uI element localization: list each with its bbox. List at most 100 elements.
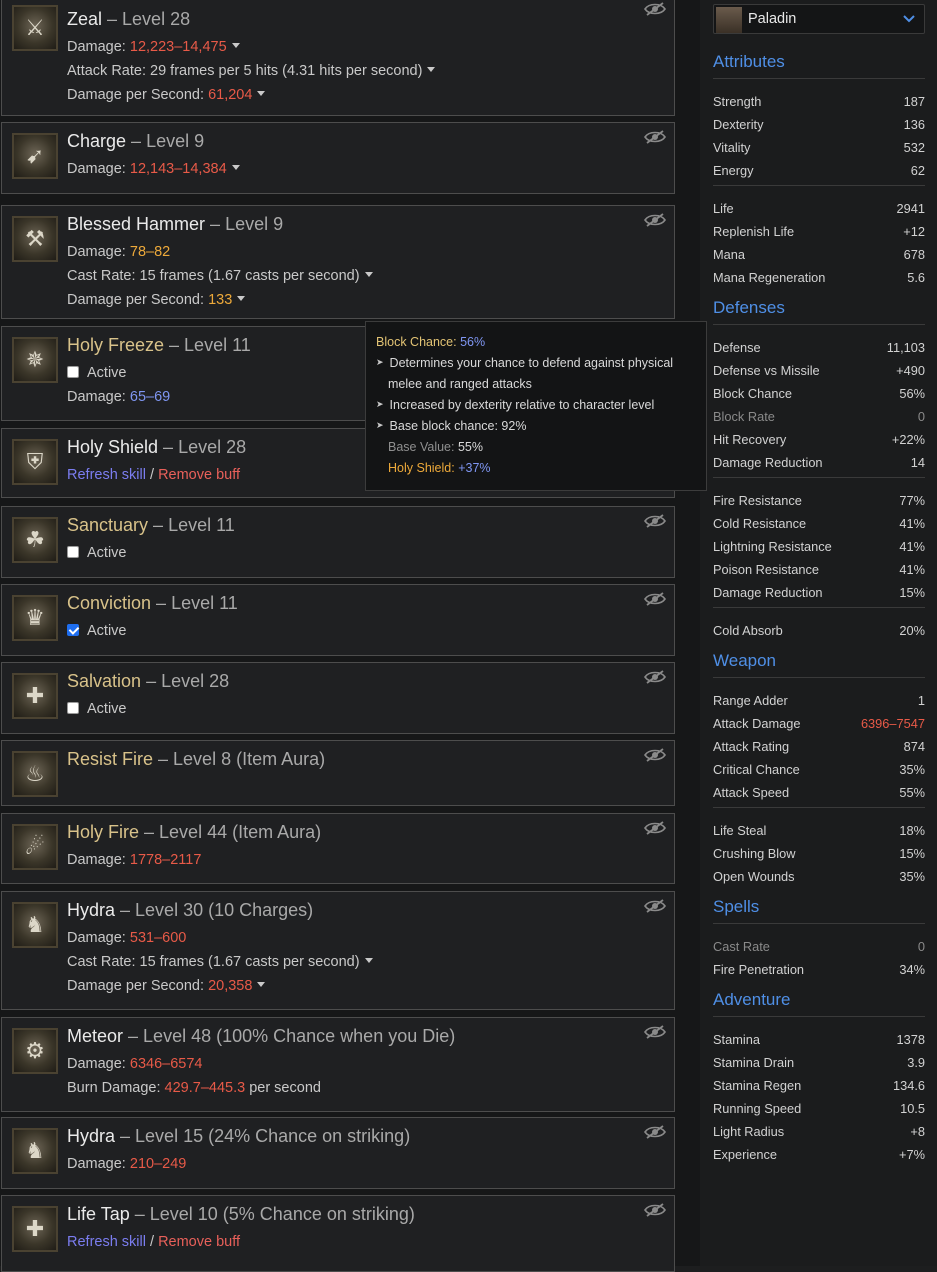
skill-name: Hydra (67, 900, 116, 920)
stat-value: +22% (891, 432, 925, 447)
stat-label: Burn Damage: (67, 1080, 165, 1096)
skill-stat-row: Cast Rate: 15 frames (1.67 casts per sec… (67, 954, 373, 970)
stat-name: Cast Rate (713, 939, 770, 954)
skill-title-separator: – (115, 1126, 136, 1146)
remove-buff-link[interactable]: Remove buff (158, 1234, 240, 1250)
eye-off-icon[interactable] (644, 820, 666, 836)
stat-suffix: per second (245, 1080, 321, 1096)
caret-down-icon[interactable] (237, 296, 246, 301)
skill-stat-row: Damage: 210–249 (67, 1156, 186, 1172)
section-title: Weapon (713, 651, 777, 670)
stat-name: Fire Resistance (713, 493, 802, 508)
stat-value: 55% (899, 785, 925, 800)
section-divider (713, 677, 925, 678)
eye-off-icon[interactable] (644, 1124, 666, 1140)
tooltip-bullet: Increased by dexterity relative to chara… (389, 398, 655, 412)
stat-value: 65–69 (129, 389, 171, 405)
group-divider (713, 807, 925, 808)
stat-value: 3.9 (907, 1055, 925, 1070)
class-select-value: Paladin (748, 11, 797, 27)
eye-off-icon[interactable] (644, 1, 666, 17)
stat-value: 5.6 (907, 270, 925, 285)
section-divider (713, 324, 925, 325)
stat-row: Fire Resistance 77% (713, 493, 925, 511)
eye-off-icon[interactable] (644, 129, 666, 145)
active-toggle[interactable]: Active (67, 623, 127, 639)
eye-off-icon[interactable] (644, 1024, 666, 1040)
active-checkbox[interactable] (67, 702, 79, 714)
eye-off-icon[interactable] (644, 513, 666, 529)
stat-value: 20,358 (208, 978, 253, 994)
stat-name: Attack Rating (713, 739, 790, 754)
skill-stat-row: Damage per Second: 133 (67, 292, 246, 308)
refresh-skill-link[interactable]: Refresh skill (67, 467, 146, 483)
stat-row: Life Steal 18% (713, 823, 925, 841)
caret-down-icon[interactable] (257, 91, 266, 96)
stat-name: Life Steal (713, 823, 767, 838)
link-separator: / (145, 467, 159, 483)
eye-off-icon[interactable] (644, 669, 666, 685)
stat-label: Damage per Second: (67, 978, 209, 994)
skill-title: Zeal – Level 28 (67, 9, 190, 30)
refresh-skill-link[interactable]: Refresh skill (67, 1234, 146, 1250)
tooltip-title-label: Block Chance: (376, 335, 461, 349)
active-checkbox[interactable] (67, 366, 79, 378)
caret-down-icon[interactable] (257, 982, 266, 987)
stat-value: +12 (903, 224, 925, 239)
stat-value: +490 (896, 363, 925, 378)
remove-buff-link[interactable]: Remove buff (158, 467, 240, 483)
skill-card: ☘ Sanctuary – Level 11 Active (1, 506, 675, 578)
stat-value: 35% (899, 869, 925, 884)
caret-down-icon[interactable] (364, 958, 373, 963)
class-select[interactable]: Paladin (713, 4, 925, 34)
eye-off-icon[interactable] (644, 212, 666, 228)
active-label: Active (87, 623, 127, 639)
stat-value: 41% (899, 516, 925, 531)
skill-card: ➹ Charge – Level 9 Damage: 12,143–14,384 (1, 122, 675, 194)
stat-value: 531–600 (129, 930, 187, 946)
active-toggle[interactable]: Active (67, 701, 127, 717)
stat-row: Poison Resistance 41% (713, 562, 925, 580)
eye-off-icon[interactable] (644, 1202, 666, 1218)
skill-level: Level 11 (168, 515, 235, 535)
skill-stat-row: Cast Rate: 15 frames (1.67 casts per sec… (67, 268, 373, 284)
active-label: Active (87, 545, 127, 561)
skill-title-separator: – (129, 1204, 150, 1224)
caret-down-icon[interactable] (231, 165, 240, 170)
skill-title: Sanctuary – Level 11 (67, 515, 235, 536)
skill-name: Hydra (67, 1126, 116, 1146)
skill-stat-row: Damage per Second: 20,358 (67, 978, 266, 994)
caret-down-icon[interactable] (231, 43, 240, 48)
stat-name: Attack Speed (713, 785, 790, 800)
stat-label: Damage: (67, 244, 130, 260)
eye-off-icon[interactable] (644, 747, 666, 763)
skill-name: Salvation (67, 671, 142, 691)
stat-value: 210–249 (129, 1156, 187, 1172)
stat-row: Life 2941 (713, 201, 925, 219)
stat-value: 133 (208, 292, 233, 308)
skill-title: Holy Fire – Level 44 (Item Aura) (67, 822, 321, 843)
tooltip-bullet: Determines your chance to defend against… (389, 356, 674, 370)
hammer-icon: ⚒ (12, 216, 58, 262)
skill-title-separator: – (123, 1026, 144, 1046)
active-toggle[interactable]: Active (67, 545, 127, 561)
skill-card: ✚ Life Tap – Level 10 (5% Chance on strik… (1, 1195, 675, 1272)
active-checkbox[interactable] (67, 546, 79, 558)
stat-label: Damage: (67, 39, 130, 55)
active-toggle[interactable]: Active (67, 365, 127, 381)
section-divider (713, 78, 925, 79)
active-checkbox[interactable] (67, 624, 79, 636)
caret-down-icon[interactable] (427, 67, 436, 72)
eye-off-icon[interactable] (644, 591, 666, 607)
stat-row: Attack Damage 6396–7547 (713, 716, 925, 734)
sanctuary-aura-icon: ☘ (12, 517, 58, 563)
stat-name: Stamina Drain (713, 1055, 795, 1070)
section-divider (713, 1016, 925, 1017)
stat-value: 35% (899, 762, 925, 777)
caret-down-icon[interactable] (364, 272, 373, 277)
stat-row: Block Chance 56% (713, 386, 925, 404)
stat-row: Stamina Drain 3.9 (713, 1055, 925, 1073)
stat-row: Stamina Regen 134.6 (713, 1078, 925, 1096)
stat-label: Damage: (67, 930, 130, 946)
eye-off-icon[interactable] (644, 898, 666, 914)
